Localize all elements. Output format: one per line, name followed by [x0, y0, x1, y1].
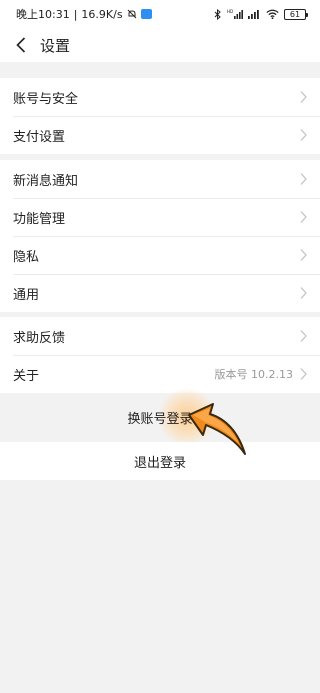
wifi-icon	[266, 9, 279, 19]
chevron-right-icon	[300, 330, 307, 342]
setting-label: 账号与安全	[13, 91, 79, 107]
back-button[interactable]	[4, 28, 38, 62]
status-bar: 晚上10:31 | 16.9K/s HD 61	[0, 0, 320, 28]
chevron-right-icon	[300, 91, 307, 103]
status-time: 晚上10:31	[16, 8, 70, 21]
setting-label: 新消息通知	[13, 173, 79, 189]
setting-label: 关于	[13, 368, 40, 384]
setting-label: 支付设置	[13, 129, 66, 145]
status-left: 晚上10:31 | 16.9K/s	[16, 6, 152, 22]
bluetooth-icon	[214, 8, 221, 20]
signal-icon-2	[248, 10, 259, 19]
setting-privacy[interactable]: 隐私	[0, 236, 320, 274]
page-title: 设置	[40, 36, 71, 55]
logout-label: 退出登录	[133, 455, 186, 471]
status-separator: |	[73, 7, 78, 21]
setting-label: 功能管理	[13, 211, 66, 227]
signal-icon: HD	[227, 9, 243, 19]
setting-notifications[interactable]: 新消息通知	[0, 160, 320, 198]
settings-group-general: 新消息通知 功能管理 隐私 通用	[0, 160, 320, 312]
setting-label: 求助反馈	[13, 330, 66, 346]
chevron-right-icon	[300, 287, 307, 299]
cloud-icon	[140, 9, 152, 19]
setting-feature-management[interactable]: 功能管理	[0, 198, 320, 236]
chevron-right-icon	[300, 129, 307, 141]
setting-general[interactable]: 通用	[0, 274, 320, 312]
top-bar: 设置	[0, 28, 320, 62]
setting-label: 隐私	[13, 249, 40, 265]
switch-account-button[interactable]: 换账号登录	[0, 398, 320, 436]
chevron-right-icon	[300, 173, 307, 185]
switch-account-label: 换账号登录	[127, 411, 193, 427]
chevron-right-icon	[300, 211, 307, 223]
chevron-right-icon	[300, 368, 307, 380]
about-right: 版本号 10.2.13	[215, 366, 308, 382]
status-network-speed: 16.9K/s	[81, 7, 123, 21]
setting-about[interactable]: 关于 版本号 10.2.13	[0, 355, 320, 393]
setting-help-feedback[interactable]: 求助反馈	[0, 317, 320, 355]
settings-group-account: 账号与安全 支付设置	[0, 78, 320, 154]
setting-label: 通用	[13, 287, 40, 303]
svg-text:HD: HD	[227, 9, 233, 14]
status-right: HD 61	[214, 8, 308, 20]
settings-group-help: 求助反馈 关于 版本号 10.2.13	[0, 317, 320, 393]
bell-off-icon	[127, 9, 136, 19]
battery-icon: 61	[284, 8, 308, 20]
setting-payment[interactable]: 支付设置	[0, 116, 320, 154]
back-arrow-icon	[16, 37, 26, 53]
chevron-right-icon	[300, 249, 307, 261]
setting-account-security[interactable]: 账号与安全	[0, 78, 320, 116]
version-text: 版本号 10.2.13	[214, 368, 293, 381]
logout-button[interactable]: 退出登录	[0, 442, 320, 480]
